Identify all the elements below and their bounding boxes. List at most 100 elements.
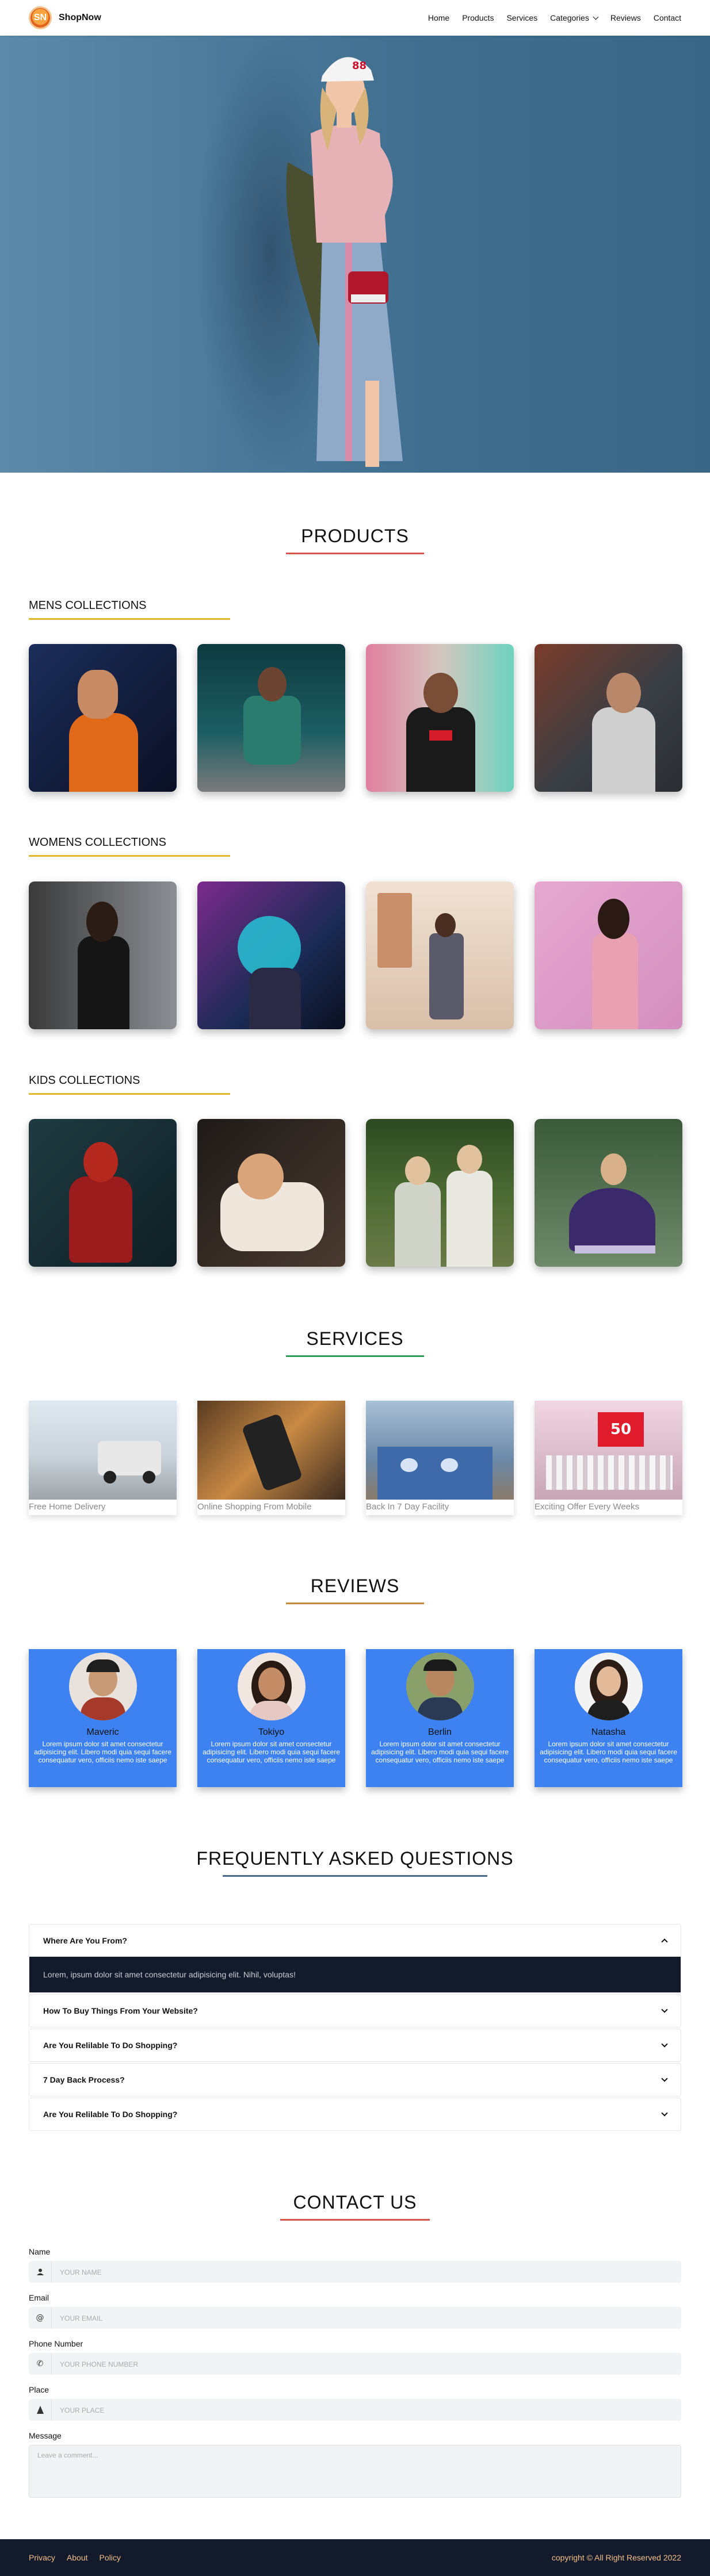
avatar (237, 1653, 306, 1720)
service-card-mobile[interactable]: Online Shopping From Mobile (197, 1401, 345, 1515)
faq-question-toggle[interactable]: How To Buy Things From Your Website? (29, 1995, 681, 2027)
sale-offer-photo: 50 (535, 1401, 682, 1500)
faq-title-wrap: FREQUENTLY ASKED QUESTIONS (0, 1848, 710, 1877)
girl-resting-photo[interactable] (197, 1119, 345, 1267)
name-input-row (29, 2261, 681, 2283)
kids-collection: KIDS COLLECTIONS (0, 1074, 230, 1095)
name-label: Name (29, 2247, 51, 2256)
review-card: Maveric Lorem ipsum dolor sit amet conse… (29, 1649, 177, 1787)
service-label: Exciting Offer Every Weeks (535, 1502, 640, 1512)
footer-policy-link[interactable]: Policy (100, 2553, 121, 2562)
review-card: Natasha Lorem ipsum dolor sit amet conse… (535, 1649, 682, 1787)
brand[interactable]: SN ShopNow (29, 6, 101, 29)
kids-underline (29, 1093, 230, 1095)
faq-section: FREQUENTLY ASKED QUESTIONS (0, 1848, 710, 1877)
nav-products[interactable]: Products (462, 13, 494, 22)
faq-question: 7 Day Back Process? (43, 2075, 125, 2084)
phone-field[interactable] (52, 2353, 681, 2375)
mens-heading: MENS COLLECTIONS (29, 599, 147, 612)
service-label: Back In 7 Day Facility (366, 1502, 449, 1512)
service-card-delivery[interactable]: Free Home Delivery (29, 1401, 177, 1515)
mens-collection: MENS COLLECTIONS (0, 599, 230, 620)
place-field[interactable] (52, 2399, 681, 2421)
reviews-title: REVIEWS (310, 1575, 400, 1596)
faq-question: How To Buy Things From Your Website? (43, 2006, 198, 2015)
two-boys-photo[interactable] (366, 1119, 514, 1267)
kids-grid (0, 1119, 710, 1267)
products-title-wrap: PRODUCTS (0, 526, 710, 554)
chevron-down-icon (661, 2041, 668, 2048)
reviewer-name: Berlin (428, 1727, 452, 1737)
place-input-row (29, 2399, 681, 2421)
faq-question-toggle[interactable]: Are You Relilable To Do Shopping? (29, 2098, 681, 2130)
chevron-down-icon (661, 2075, 668, 2082)
woman-black-tshirt-photo[interactable] (29, 881, 177, 1029)
services-section: SERVICES (0, 1328, 710, 1357)
message-label: Message (29, 2431, 62, 2440)
faq-question-toggle[interactable]: Where Are You From? (29, 1925, 681, 1957)
mobile-shopping-photo (197, 1401, 345, 1500)
contact-title: CONTACT US (293, 2192, 417, 2213)
service-label: Free Home Delivery (29, 1502, 106, 1512)
girl-red-dress-photo[interactable] (29, 1119, 177, 1267)
hero-image: 88 (286, 57, 403, 467)
nav-categories-dropdown[interactable]: Categories (550, 13, 599, 22)
contact-section: CONTACT US (0, 2192, 710, 2221)
services-title-wrap: SERVICES (0, 1328, 710, 1357)
man-green-tracksuit-photo[interactable] (197, 644, 345, 792)
woman-store-photo[interactable] (366, 881, 514, 1029)
at-icon: @ (29, 2307, 52, 2329)
email-label: Email (29, 2293, 49, 2302)
reviews-title-underline (286, 1603, 424, 1604)
review-card: Tokiyo Lorem ipsum dolor sit amet consec… (197, 1649, 345, 1787)
man-black-sweatshirt-photo[interactable] (366, 644, 514, 792)
review-text: Lorem ipsum dolor sit amet consectetur a… (371, 1740, 509, 1764)
footer-links: Privacy About Policy (29, 2553, 121, 2562)
chevron-up-icon (661, 1938, 668, 1945)
phone-label: Phone Number (29, 2339, 83, 2348)
man-orange-shirt-photo[interactable] (29, 644, 177, 792)
faq-question-toggle[interactable]: 7 Day Back Process? (29, 2064, 681, 2096)
email-field[interactable] (52, 2307, 681, 2329)
faq-question-toggle[interactable]: Are You Relilable To Do Shopping? (29, 2029, 681, 2061)
services-grid: Free Home Delivery Online Shopping From … (0, 1401, 710, 1515)
services-title: SERVICES (306, 1328, 404, 1349)
chevron-down-icon (661, 2006, 668, 2013)
nav-reviews[interactable]: Reviews (610, 13, 641, 22)
footer-about-link[interactable]: About (67, 2553, 88, 2562)
reviewer-name: Natasha (591, 1727, 626, 1737)
footer-privacy-link[interactable]: Privacy (29, 2553, 55, 2562)
nav-home[interactable]: Home (428, 13, 449, 22)
reviewer-name: Maveric (86, 1727, 119, 1737)
review-text: Lorem ipsum dolor sit amet consectetur a… (540, 1740, 677, 1764)
faq-title: FREQUENTLY ASKED QUESTIONS (196, 1848, 514, 1869)
service-card-return[interactable]: Back In 7 Day Facility (366, 1401, 514, 1515)
message-field[interactable] (29, 2445, 681, 2498)
delivery-van-photo (29, 1401, 177, 1500)
service-card-offers[interactable]: 50 Exciting Offer Every Weeks (535, 1401, 682, 1515)
name-group: Name (29, 2247, 681, 2283)
user-icon (29, 2261, 52, 2283)
brand-logo[interactable]: SN (29, 6, 52, 29)
nav-links: Home Products Services Categories Review… (428, 13, 681, 22)
womens-collection: WOMENS COLLECTIONS (0, 836, 230, 857)
man-grey-sweater-photo[interactable] (535, 644, 682, 792)
review-text: Lorem ipsum dolor sit amet consectetur a… (34, 1740, 171, 1764)
reviews-section: REVIEWS (0, 1575, 710, 1604)
nav-contact[interactable]: Contact (654, 13, 681, 22)
faq-item: How To Buy Things From Your Website? (29, 1994, 681, 2027)
contact-title-underline (280, 2219, 430, 2221)
delivery-boxes-photo (366, 1401, 514, 1500)
name-field[interactable] (52, 2261, 681, 2283)
brand-name[interactable]: ShopNow (59, 13, 101, 23)
chevron-down-icon (661, 2110, 668, 2117)
contact-form: Name Email @ Phone Number ✆ Place (0, 2247, 710, 2511)
reviewer-name: Tokiyo (258, 1727, 285, 1737)
nav-services[interactable]: Services (506, 13, 537, 22)
girl-purple-dress-photo[interactable] (535, 1119, 682, 1267)
hero-banner: 88 (0, 36, 710, 473)
woman-pink-sweater-photo[interactable] (535, 881, 682, 1029)
woman-neon-light-photo[interactable] (197, 881, 345, 1029)
service-label: Online Shopping From Mobile (197, 1502, 312, 1512)
nav-services-label: Services (506, 13, 538, 22)
